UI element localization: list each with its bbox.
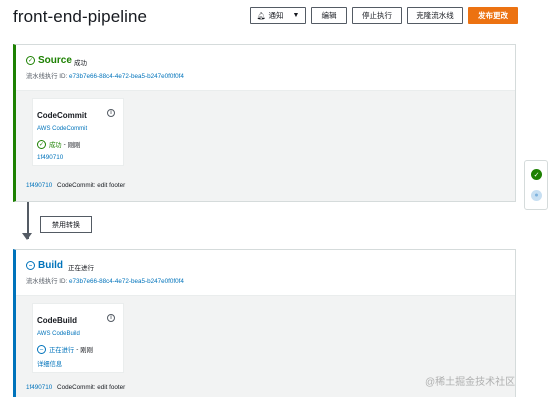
action-status-text: 成功 [49, 142, 62, 149]
action-card-codebuild: CodeBuild i AWS CodeBuild – 正在进行 - 刚刚 详细… [32, 303, 124, 373]
disable-transition-label: 禁用转换 [52, 221, 80, 229]
stage-header: ✓ Source 成功 流水线执行 ID: e73b7e66-88c4-4e72… [16, 45, 515, 91]
page-header: front-end-pipeline 🔔︎ 通知 ▼ 编辑 停止执行 克隆流水线… [0, 0, 552, 38]
stage-status: 正在进行 [68, 265, 94, 272]
execution-id-label: 流水线执行 ID: [26, 73, 68, 80]
stage-source: ✓ Source 成功 流水线执行 ID: e73b7e66-88c4-4e72… [13, 44, 516, 202]
clone-pipeline-button[interactable]: 克隆流水线 [407, 7, 463, 24]
footer-commit-link[interactable]: 1f490710 [26, 384, 52, 391]
stage-footer: 1f490710 CodeCommit: edit footer [26, 384, 125, 391]
clone-label: 克隆流水线 [416, 11, 454, 20]
action-provider-link[interactable]: AWS CodeCommit [37, 126, 87, 132]
action-name: CodeBuild [37, 316, 77, 325]
edit-label: 编辑 [321, 11, 337, 20]
arrow-down-icon [22, 233, 32, 240]
bell-icon: 🔔︎ [256, 12, 266, 20]
execution-id-link[interactable]: e73b7e66-88c4-4e72-bea5-b247e0f0f0f4 [69, 278, 184, 285]
notify-button[interactable]: 🔔︎ 通知 ▼ [250, 7, 306, 24]
stage-status: 成功 [74, 60, 87, 67]
footer-commit-message: CodeCommit: edit footer [57, 384, 126, 391]
execution-id-line: 流水线执行 ID: e73b7e66-88c4-4e72-bea5-b247e0… [26, 276, 184, 285]
stage-title: ✓ Source [26, 55, 72, 66]
info-icon[interactable]: i [107, 109, 115, 117]
stage-name: Build [38, 260, 63, 271]
notify-label: 通知 [268, 11, 284, 20]
footer-commit-message: CodeCommit: edit footer [57, 182, 126, 189]
action-status: ✓ 成功 - 刚刚 [37, 140, 80, 149]
disable-transition-button[interactable]: 禁用转换 [40, 216, 92, 233]
caret-down-icon: ▼ [292, 12, 300, 19]
execution-id-label: 流水线执行 ID: [26, 278, 68, 285]
info-icon[interactable]: i [107, 314, 115, 322]
page-title: front-end-pipeline [13, 7, 148, 26]
commit-id-link[interactable]: 1f490710 [37, 154, 63, 161]
status-separator: - [63, 141, 66, 148]
progress-icon[interactable]: ● [531, 190, 542, 201]
execution-id-link[interactable]: e73b7e66-88c4-4e72-bea5-b247e0f0f0f4 [69, 73, 184, 80]
release-change-button[interactable]: 发布更改 [468, 7, 518, 24]
action-provider-link[interactable]: AWS CodeBuild [37, 331, 80, 337]
stop-execution-button[interactable]: 停止执行 [352, 7, 402, 24]
action-time: 刚刚 [67, 142, 81, 149]
stop-label: 停止执行 [362, 11, 392, 20]
stage-name: Source [38, 55, 72, 66]
status-separator: - [76, 346, 79, 353]
stage-footer: 1f490710 CodeCommit: edit footer [26, 182, 125, 189]
footer-commit-link[interactable]: 1f490710 [26, 182, 52, 189]
stage-title: – Build [26, 260, 63, 271]
action-name: CodeCommit [37, 111, 87, 120]
execution-id-line: 流水线执行 ID: e73b7e66-88c4-4e72-bea5-b247e0… [26, 71, 184, 80]
progress-circle-icon: – [37, 345, 46, 354]
action-status-text: 正在进行 [49, 347, 75, 354]
check-circle-icon: ✓ [26, 56, 35, 65]
progress-circle-icon: – [26, 261, 35, 270]
release-label: 发布更改 [478, 11, 508, 20]
details-link[interactable]: 详细信息 [37, 359, 62, 368]
action-time: 刚刚 [80, 347, 93, 354]
stage-header: – Build 正在进行 流水线执行 ID: e73b7e66-88c4-4e7… [16, 250, 515, 296]
edit-button[interactable]: 编辑 [311, 7, 347, 24]
check-icon[interactable]: ✓ [531, 169, 542, 180]
action-card-codecommit: CodeCommit i AWS CodeCommit ✓ 成功 - 刚刚 1f… [32, 98, 124, 166]
watermark: @稀土掘金技术社区 [425, 377, 516, 388]
check-circle-icon: ✓ [37, 140, 46, 149]
action-status: – 正在进行 - 刚刚 [37, 345, 93, 354]
stage-navigator: ✓ ● [524, 160, 548, 210]
